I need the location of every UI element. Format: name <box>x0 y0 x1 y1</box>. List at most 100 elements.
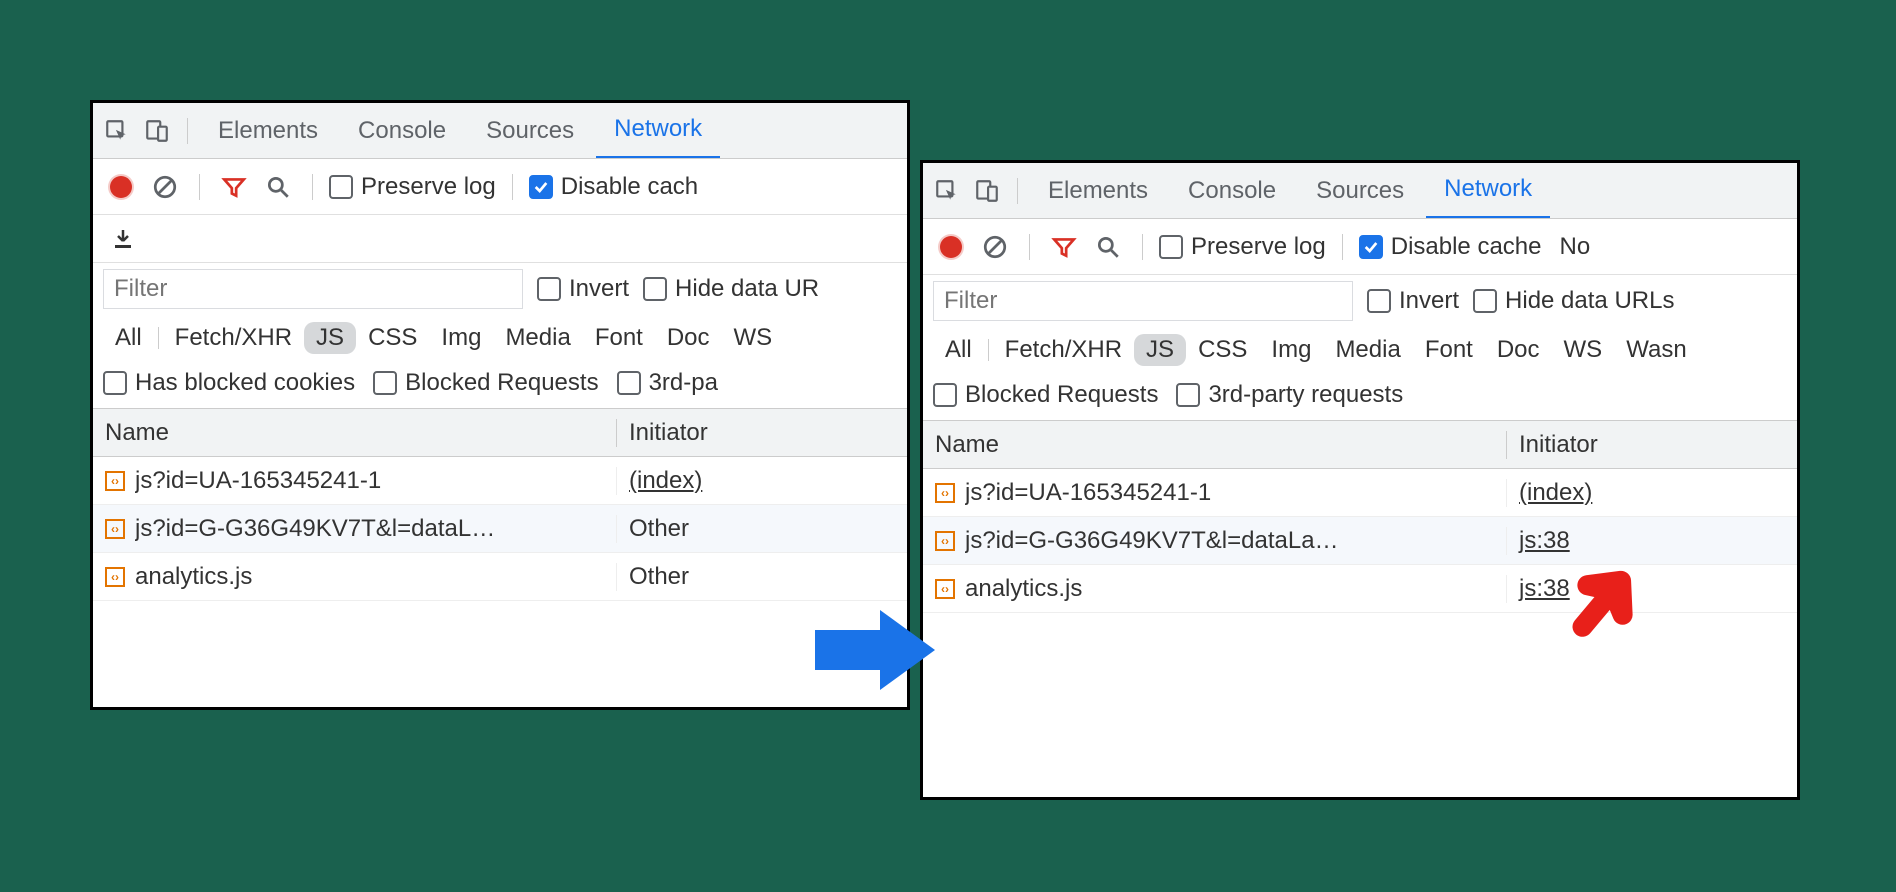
request-name: js?id=UA-165345241-1 <box>965 479 1211 507</box>
filter-row: Invert Hide data UR <box>93 263 907 315</box>
tab-elements[interactable]: Elements <box>200 103 336 159</box>
type-ws[interactable]: WS <box>722 322 785 354</box>
third-party-checkbox[interactable]: 3rd-party requests <box>1176 381 1403 409</box>
hide-data-urls-checkbox[interactable]: Hide data UR <box>643 275 819 303</box>
devtools-tabbar: Elements Console Sources Network <box>923 163 1797 219</box>
devtools-tabbar: Elements Console Sources Network <box>93 103 907 159</box>
initiator-link[interactable]: (index) <box>629 467 702 494</box>
type-doc[interactable]: Doc <box>1485 334 1552 366</box>
blue-arrow-annotation <box>810 600 940 700</box>
table-row[interactable]: ‹› js?id=UA-165345241-1 (index) <box>93 457 907 505</box>
type-js[interactable]: JS <box>1134 334 1186 366</box>
table-header: Name Initiator <box>923 421 1797 469</box>
type-font[interactable]: Font <box>583 322 655 354</box>
filter-icon[interactable] <box>1046 229 1082 265</box>
divider <box>187 118 188 144</box>
table-row[interactable]: ‹›js?id=G-G36G49KV7T&l=dataLa… js:38 <box>923 517 1797 565</box>
type-font[interactable]: Font <box>1413 334 1485 366</box>
invert-checkbox[interactable]: Invert <box>537 275 629 303</box>
download-icon[interactable] <box>105 221 141 257</box>
tab-elements[interactable]: Elements <box>1030 163 1166 219</box>
divider <box>512 174 513 200</box>
request-name: analytics.js <box>965 575 1082 603</box>
js-file-icon: ‹› <box>935 579 955 599</box>
request-name: js?id=G-G36G49KV7T&l=dataLa… <box>965 527 1339 555</box>
type-fetch[interactable]: Fetch/XHR <box>993 334 1134 366</box>
disable-cache-checkbox[interactable]: Disable cach <box>529 173 698 201</box>
type-wasm[interactable]: Wasn <box>1614 334 1698 366</box>
record-button[interactable] <box>933 229 969 265</box>
type-ws[interactable]: WS <box>1552 334 1615 366</box>
table-row[interactable]: ‹›js?id=G-G36G49KV7T&l=dataL… Other <box>93 505 907 553</box>
col-initiator-header[interactable]: Initiator <box>1507 431 1797 459</box>
type-all[interactable]: All <box>933 334 984 366</box>
clear-icon[interactable] <box>977 229 1013 265</box>
type-css[interactable]: CSS <box>1186 334 1259 366</box>
invert-checkbox[interactable]: Invert <box>1367 287 1459 315</box>
hide-data-urls-checkbox[interactable]: Hide data URLs <box>1473 287 1674 315</box>
initiator-text: Other <box>629 563 689 590</box>
type-js[interactable]: JS <box>304 322 356 354</box>
request-name: js?id=UA-165345241-1 <box>135 467 381 495</box>
search-icon[interactable] <box>260 169 296 205</box>
disable-cache-checkbox[interactable]: Disable cache <box>1359 233 1542 261</box>
filter-input[interactable] <box>933 281 1353 321</box>
col-name-header[interactable]: Name <box>923 431 1507 459</box>
record-button[interactable] <box>103 169 139 205</box>
type-css[interactable]: CSS <box>356 322 429 354</box>
options-row: Has blocked cookies Blocked Requests 3rd… <box>93 361 907 409</box>
type-img[interactable]: Img <box>1259 334 1323 366</box>
table-row[interactable]: ‹› analytics.js Other <box>93 553 907 601</box>
divider <box>1029 234 1030 260</box>
divider <box>1342 234 1343 260</box>
col-name-header[interactable]: Name <box>93 419 617 447</box>
network-toolbar: Preserve log Disable cache No <box>923 219 1797 275</box>
devtools-panel-before: Elements Console Sources Network Preserv… <box>90 100 910 710</box>
type-img[interactable]: Img <box>429 322 493 354</box>
type-all[interactable]: All <box>103 322 154 354</box>
third-party-checkbox[interactable]: 3rd-pa <box>617 369 718 397</box>
table-header: Name Initiator <box>93 409 907 457</box>
filter-input[interactable] <box>103 269 523 309</box>
initiator-text: Other <box>629 515 689 542</box>
divider <box>1017 178 1018 204</box>
table-body: ‹›js?id=UA-165345241-1 (index) ‹›js?id=G… <box>923 469 1797 613</box>
filter-icon[interactable] <box>216 169 252 205</box>
preserve-log-checkbox[interactable]: Preserve log <box>329 173 496 201</box>
table-row[interactable]: ‹›analytics.js js:38 <box>923 565 1797 613</box>
clear-icon[interactable] <box>147 169 183 205</box>
divider <box>199 174 200 200</box>
device-toggle-icon[interactable] <box>139 113 175 149</box>
tab-console[interactable]: Console <box>1170 163 1294 219</box>
has-blocked-cookies-checkbox[interactable]: Has blocked cookies <box>103 369 355 397</box>
type-media[interactable]: Media <box>493 322 582 354</box>
blocked-requests-checkbox[interactable]: Blocked Requests <box>933 381 1158 409</box>
col-initiator-header[interactable]: Initiator <box>617 419 907 447</box>
initiator-link[interactable]: js:38 <box>1519 527 1570 554</box>
request-name: analytics.js <box>135 563 252 591</box>
type-doc[interactable]: Doc <box>655 322 722 354</box>
network-toolbar: Preserve log Disable cach <box>93 159 907 215</box>
red-arrow-annotation <box>1560 555 1650 645</box>
initiator-link[interactable]: (index) <box>1519 479 1592 506</box>
tab-network[interactable]: Network <box>596 103 720 159</box>
inspect-icon[interactable] <box>99 113 135 149</box>
type-fetch[interactable]: Fetch/XHR <box>163 322 304 354</box>
inspect-icon[interactable] <box>929 173 965 209</box>
truncated-text: No <box>1559 233 1590 261</box>
preserve-log-checkbox[interactable]: Preserve log <box>1159 233 1326 261</box>
type-media[interactable]: Media <box>1323 334 1412 366</box>
options-row: Blocked Requests 3rd-party requests <box>923 373 1797 421</box>
table-row[interactable]: ‹›js?id=UA-165345241-1 (index) <box>923 469 1797 517</box>
tab-console[interactable]: Console <box>340 103 464 159</box>
js-file-icon: ‹› <box>105 567 125 587</box>
device-toggle-icon[interactable] <box>969 173 1005 209</box>
tab-network[interactable]: Network <box>1426 163 1550 219</box>
js-file-icon: ‹› <box>105 471 125 491</box>
tab-sources[interactable]: Sources <box>1298 163 1422 219</box>
blocked-requests-checkbox[interactable]: Blocked Requests <box>373 369 598 397</box>
search-icon[interactable] <box>1090 229 1126 265</box>
type-filter-row: All Fetch/XHR JS CSS Img Media Font Doc … <box>93 315 907 361</box>
tab-sources[interactable]: Sources <box>468 103 592 159</box>
type-filter-row: All Fetch/XHR JS CSS Img Media Font Doc … <box>923 327 1797 373</box>
